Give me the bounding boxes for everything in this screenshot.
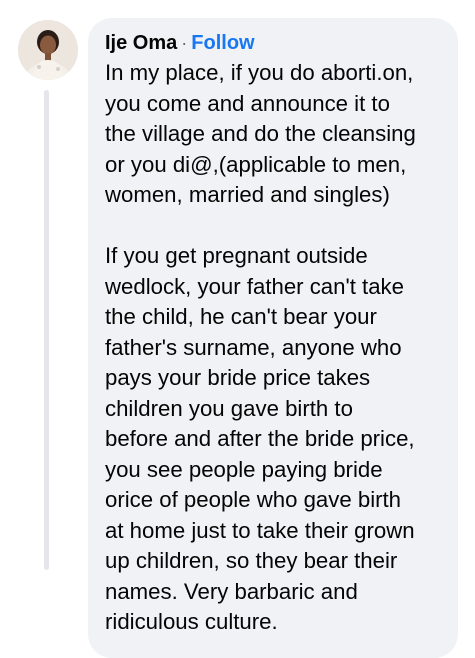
comment-bubble: Ije Oma · Follow In my place, if you do … xyxy=(88,18,458,658)
comment-line: women, married and singles) xyxy=(105,182,390,207)
comment-line: up children, so they bear their xyxy=(105,548,398,573)
comment-line: wedlock, your father can't take xyxy=(105,273,404,299)
comment-line: If you get pregnant outside xyxy=(105,243,368,268)
comment-line: you see people paying bride xyxy=(105,456,383,482)
comment-line: In my place, if you do aborti.on, xyxy=(105,60,414,85)
comment-line: the village and do the cleansing xyxy=(105,121,416,146)
comment-line: the child, he can't bear your xyxy=(105,304,377,329)
avatar[interactable] xyxy=(18,20,78,80)
paragraph-break xyxy=(105,211,448,242)
reply-thread-line xyxy=(44,90,49,570)
comment-line: orice of people who gave birth xyxy=(105,487,402,512)
comment-line: at home just to take their grown xyxy=(105,517,415,543)
separator-dot: · xyxy=(181,33,188,53)
author-name[interactable]: Ije Oma xyxy=(105,28,177,58)
follow-button[interactable]: Follow xyxy=(191,28,254,58)
comment-line: before and after the bride price, xyxy=(105,426,415,451)
comment-line: or you di@,(applicable to men, xyxy=(105,151,407,177)
comment-line: you come and announce it to xyxy=(105,90,390,116)
comment-line: children you gave birth to xyxy=(105,395,353,421)
profile-photo xyxy=(18,20,78,80)
comment-line: ridiculous culture. xyxy=(105,609,278,634)
comment-text: In my place, if you do aborti.on, you co… xyxy=(105,58,448,638)
comment-line: names. Very barbaric and xyxy=(105,578,358,604)
comment-header: Ije Oma · Follow xyxy=(105,28,448,58)
comment-line: pays your bride price takes xyxy=(105,365,371,390)
comment-line: father's surname, anyone who xyxy=(105,334,402,360)
